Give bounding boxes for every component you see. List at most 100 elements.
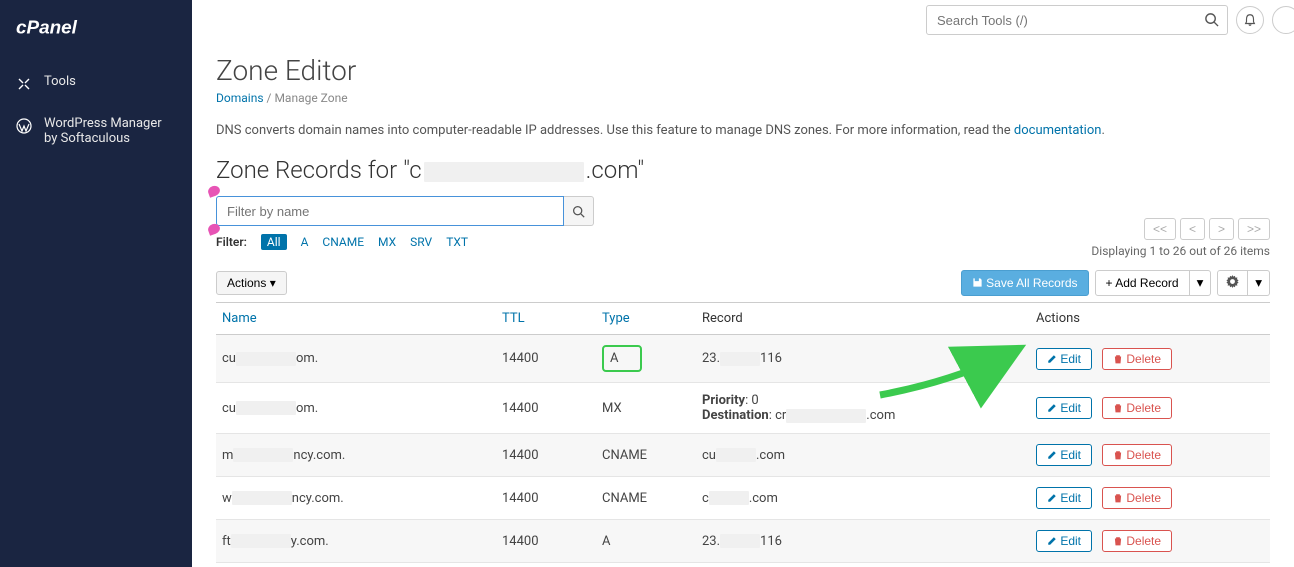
- cell-actions: Edit Delete: [1030, 335, 1270, 383]
- filter-tag-cname[interactable]: CNAME: [322, 235, 364, 249]
- page-description: DNS converts domain names into computer-…: [216, 123, 1270, 138]
- filter-tag-all[interactable]: All: [261, 234, 287, 250]
- redacted-text: [786, 409, 866, 423]
- cell-ttl: 14400: [496, 335, 596, 383]
- search-tools-wrap[interactable]: [926, 5, 1228, 35]
- trash-icon: [1113, 354, 1123, 364]
- cell-type: TXT: [596, 563, 696, 567]
- zone-records-title: Zone Records for "c.com": [216, 156, 1270, 184]
- cell-name: wncy.com.: [216, 477, 496, 520]
- bell-icon: [1243, 13, 1257, 27]
- caret-down-icon: ▾: [270, 276, 276, 290]
- sidebar-item-wordpress-manager[interactable]: WordPress Manager by Softaculous: [0, 106, 192, 156]
- cell-type: A: [596, 335, 696, 383]
- table-row: mncy.com. 14400 CNAME cu.com Edit Delete: [216, 434, 1270, 477]
- redacted-text: [236, 352, 296, 366]
- table-row: cuom. 14400 A 23.116 Edit Delete: [216, 335, 1270, 383]
- col-record: Record: [696, 303, 1030, 335]
- actions-dropdown[interactable]: Actions ▾: [216, 271, 287, 295]
- cell-ttl: 14400: [496, 477, 596, 520]
- cell-record: c.com: [696, 477, 1030, 520]
- filter-by-name-input[interactable]: [216, 196, 564, 226]
- delete-button[interactable]: Delete: [1102, 397, 1172, 419]
- cell-record: 23.116: [696, 335, 1030, 383]
- col-actions: Actions: [1030, 303, 1270, 335]
- type-highlight: A: [602, 345, 642, 372]
- breadcrumb-parent[interactable]: Domains: [216, 91, 264, 105]
- wordpress-icon: [16, 118, 34, 138]
- filter-search-button[interactable]: [564, 196, 594, 226]
- cell-actions: Edit Delete: [1030, 434, 1270, 477]
- breadcrumb-current: Manage Zone: [274, 91, 347, 105]
- filter-tag-a[interactable]: A: [301, 235, 309, 249]
- cell-ttl: 14400: [496, 383, 596, 434]
- filter-label: Filter:: [216, 235, 247, 249]
- cell-actions: Edit Delete: [1030, 383, 1270, 434]
- breadcrumb: Domains / Manage Zone: [216, 91, 1270, 105]
- redacted-text: [232, 491, 292, 505]
- cell-type: A: [596, 520, 696, 563]
- edit-button[interactable]: Edit: [1036, 444, 1092, 466]
- col-name[interactable]: Name: [216, 303, 496, 335]
- redacted-domain: [424, 162, 584, 182]
- delete-button[interactable]: Delete: [1102, 530, 1172, 552]
- sidebar-item-label: Tools: [44, 74, 76, 89]
- delete-button[interactable]: Delete: [1102, 444, 1172, 466]
- filter-tag-txt[interactable]: TXT: [446, 235, 468, 249]
- tools-icon: [16, 76, 34, 96]
- search-icon[interactable]: [1204, 12, 1219, 31]
- sidebar-item-label: WordPress Manager by Softaculous: [44, 116, 176, 146]
- filter-tag-srv[interactable]: SRV: [410, 235, 432, 249]
- filter-tag-mx[interactable]: MX: [378, 235, 396, 249]
- cell-ttl: 14400: [496, 434, 596, 477]
- redacted-text: [231, 534, 291, 548]
- col-type[interactable]: Type: [596, 303, 696, 335]
- redacted-text: [716, 448, 756, 462]
- pencil-icon: [1047, 536, 1057, 546]
- add-record-button[interactable]: + Add Record: [1095, 270, 1190, 296]
- redacted-text: [720, 534, 760, 548]
- main-content: Zone Editor Domains / Manage Zone DNS co…: [192, 40, 1294, 567]
- redacted-text: [720, 352, 760, 366]
- save-all-records-button[interactable]: Save All Records: [961, 270, 1089, 296]
- edit-button[interactable]: Edit: [1036, 487, 1092, 509]
- cell-name: fty.com.: [216, 520, 496, 563]
- trash-icon: [1113, 493, 1123, 503]
- cell-name: cuom.: [216, 335, 496, 383]
- trash-icon: [1113, 536, 1123, 546]
- topbar: [192, 0, 1294, 40]
- add-record-dropdown[interactable]: ▾: [1190, 270, 1212, 296]
- pencil-icon: [1047, 450, 1057, 460]
- user-menu-button[interactable]: [1272, 6, 1294, 34]
- table-row: fty.com. 14400 A 23.116 Edit Delete: [216, 520, 1270, 563]
- table-row: cuom. 14400 MX Priority: 0Destination: c…: [216, 383, 1270, 434]
- settings-button[interactable]: [1217, 270, 1248, 296]
- save-icon: [972, 277, 983, 288]
- trash-icon: [1113, 450, 1123, 460]
- cell-record: 23.116: [696, 520, 1030, 563]
- cell-name: cuom.: [216, 563, 496, 567]
- edit-button[interactable]: Edit: [1036, 530, 1092, 552]
- cell-ttl: 14400: [496, 520, 596, 563]
- cell-name: cuom.: [216, 383, 496, 434]
- delete-button[interactable]: Delete: [1102, 348, 1172, 370]
- settings-dropdown[interactable]: ▾: [1248, 270, 1270, 296]
- search-tools-input[interactable]: [937, 13, 1197, 28]
- edit-button[interactable]: Edit: [1036, 397, 1092, 419]
- brand-logo: cPanel: [0, 0, 192, 64]
- gear-icon: [1226, 275, 1239, 288]
- cell-record: cu.com: [696, 434, 1030, 477]
- col-ttl[interactable]: TTL: [496, 303, 596, 335]
- delete-button[interactable]: Delete: [1102, 487, 1172, 509]
- pencil-icon: [1047, 403, 1057, 413]
- edit-button[interactable]: Edit: [1036, 348, 1092, 370]
- sidebar-item-tools[interactable]: Tools: [0, 64, 192, 106]
- cell-record: Priority: 0Destination: cr.com: [696, 383, 1030, 434]
- caret-down-icon: ▾: [1255, 275, 1262, 290]
- documentation-link[interactable]: documentation: [1014, 123, 1102, 138]
- cell-record: v=spf1 ip4:236 ip4:136.16 +a +mx ~all: [696, 563, 1030, 567]
- notifications-button[interactable]: [1236, 6, 1264, 34]
- caret-down-icon: ▾: [1197, 275, 1204, 290]
- search-icon: [572, 205, 585, 218]
- cell-actions: Edit Delete: [1030, 477, 1270, 520]
